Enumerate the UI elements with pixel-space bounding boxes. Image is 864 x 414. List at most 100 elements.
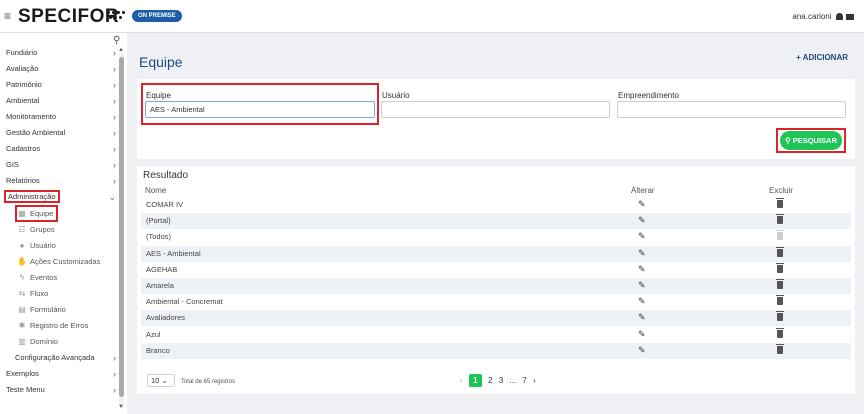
sidebar-item-configuracao-avancada[interactable]: Configuração Avançada › (15, 351, 116, 365)
edit-icon[interactable]: ✎ (638, 264, 646, 275)
sidebar-subitem-usuario[interactable]: ● Usuário (17, 239, 56, 252)
usuario-input[interactable] (381, 101, 610, 118)
page-3-button[interactable]: 3 (499, 374, 503, 387)
sidebar-item-exemplos[interactable]: Exemplos › (6, 367, 116, 381)
brand-logo[interactable]: SPECIFOR (18, 6, 119, 28)
empreendimento-input[interactable] (617, 101, 846, 118)
sidebar-subitem-formulario[interactable]: ▤ Formulário (17, 303, 66, 316)
row-name: Azul (146, 329, 161, 339)
user-menu[interactable]: ana.carioni (792, 12, 854, 21)
page-ellipsis: ... (509, 376, 517, 385)
table-row[interactable]: Amarela ✎ (141, 278, 851, 294)
edit-icon[interactable]: ✎ (638, 215, 646, 226)
page-2-button[interactable]: 2 (488, 374, 492, 387)
scroll-down-icon[interactable]: ▼ (118, 404, 124, 410)
trash-icon[interactable] (776, 198, 784, 208)
trash-icon[interactable] (776, 246, 784, 257)
sidebar-item-label: Cadastros (6, 144, 41, 153)
sidebar-item-label: Monitoramento (6, 112, 57, 121)
edit-icon[interactable]: ✎ (638, 231, 646, 242)
search-button-label: PESQUISAR (792, 136, 837, 145)
mail-icon[interactable] (846, 14, 854, 20)
sidebar-subitem-label: Eventos (30, 273, 58, 282)
form-icon: ▤ (18, 305, 26, 314)
trash-icon[interactable] (776, 262, 784, 273)
table-row[interactable]: Avaliadores ✎ (141, 310, 851, 327)
prev-page-button[interactable]: ‹ (460, 374, 463, 387)
page-size-select[interactable]: 10 ⌄ (147, 374, 175, 387)
trash-icon[interactable] (776, 311, 784, 322)
sidebar-item-label: Ambiental (6, 96, 40, 105)
column-header-name[interactable]: Nome (145, 186, 166, 195)
sidebar-item-relatorios[interactable]: Relatórios › (6, 174, 116, 188)
column-header-delete: Excluir (769, 186, 794, 195)
page-1-button[interactable]: 1 (468, 374, 482, 387)
search-icon: ⚲ (785, 136, 793, 145)
chevron-down-icon: ⌄ (108, 192, 116, 202)
bolt-icon: ϟ (19, 273, 25, 282)
sidebar-subitem-eventos[interactable]: ϟ Eventos (17, 271, 57, 284)
sidebar-item-ambiental[interactable]: Ambiental › (6, 94, 116, 108)
sidebar-item-label: Administração (4, 190, 60, 203)
menu-icon[interactable]: ≡ (4, 9, 11, 23)
page-size-value: 10 (151, 376, 160, 385)
domain-icon: ▥ (18, 337, 26, 346)
group-icon: ☷ (18, 225, 26, 234)
trash-icon[interactable] (776, 327, 784, 338)
sidebar-subitem-registro-erros[interactable]: ✱ Registro de Erros (17, 319, 89, 332)
row-name: Amarela (146, 281, 174, 290)
edit-icon[interactable]: ✎ (638, 329, 646, 340)
table-row[interactable]: (Portal) ✎ (141, 213, 851, 230)
trash-icon[interactable] (776, 343, 784, 354)
page-7-button[interactable]: 7 (522, 374, 526, 387)
chevron-right-icon: › (113, 160, 116, 170)
sidebar-item-patrimonio[interactable]: Patrimônio › (6, 78, 116, 92)
scroll-up-icon[interactable]: ▲ (118, 47, 124, 53)
sidebar-item-administracao[interactable]: Administração ⌄ (4, 190, 116, 204)
sidebar-item-gis[interactable]: GIS › (6, 158, 116, 172)
table-row[interactable]: AGEHAB ✎ (141, 262, 851, 278)
sidebar-item-teste-menu[interactable]: Teste Menu › (6, 383, 116, 397)
trash-icon[interactable] (776, 214, 784, 225)
table-row[interactable]: Branco ✎ (141, 342, 851, 359)
search-icon[interactable]: ⚲ (113, 35, 120, 46)
table-row[interactable]: Ambiental - Concremat ✎ (141, 294, 851, 310)
equipe-input[interactable] (145, 101, 375, 118)
sidebar-item-label: Patrimônio (6, 80, 42, 89)
sidebar-item-gestao-ambiental[interactable]: Gestão Ambiental › (6, 126, 116, 140)
sidebar-item-label: Configuração Avançada (15, 353, 95, 362)
top-bar: ≡ SPECIFOR ON PREMISE ana.carioni (0, 0, 864, 33)
page-title: Equipe (139, 54, 183, 70)
sidebar-item-cadastros[interactable]: Cadastros › (6, 142, 116, 156)
sidebar-subitem-equipe[interactable]: ▦ Equipe (14, 205, 59, 222)
edit-icon[interactable]: ✎ (638, 280, 646, 291)
chevron-right-icon: › (113, 144, 116, 154)
sidebar-subitem-acoes-customizadas[interactable]: ✋ Ações Customizadas (17, 255, 100, 268)
sidebar-item-label: Gestão Ambiental (6, 128, 66, 137)
sidebar-item-label: Relatórios (6, 176, 40, 185)
table-row[interactable]: AES - Ambiental ✎ (141, 245, 851, 262)
edit-icon[interactable]: ✎ (638, 345, 646, 356)
sidebar-subitem-fluxo[interactable]: ⇆ Fluxo (17, 287, 49, 300)
chevron-right-icon: › (113, 176, 116, 186)
edit-icon[interactable]: ✎ (638, 248, 646, 259)
table-row[interactable]: COMAR IV ✎ (141, 197, 851, 213)
table-row[interactable]: Azul ✎ (141, 327, 851, 343)
sidebar-item-fundiario[interactable]: Fundiário › (6, 46, 116, 60)
table-row[interactable]: (Todos) ✎ (141, 229, 851, 245)
sidebar-subitem-grupos[interactable]: ☷ Grupos (17, 223, 54, 236)
scrollbar-thumb[interactable] (119, 57, 124, 397)
add-button[interactable]: + ADICIONAR (796, 53, 848, 62)
trash-icon[interactable] (776, 279, 784, 289)
next-page-button[interactable]: › (533, 374, 536, 387)
edit-icon[interactable]: ✎ (638, 312, 646, 323)
sidebar-item-avaliacao[interactable]: Avaliação › (6, 62, 116, 76)
edit-icon[interactable]: ✎ (638, 199, 646, 210)
row-name: Branco (146, 345, 170, 355)
sidebar-subitem-dominio[interactable]: ▥ Domínio (17, 335, 58, 348)
sidebar-item-monitoramento[interactable]: Monitoramento › (6, 110, 116, 124)
pagination: ‹ 1 2 3 ... 7 › (458, 374, 538, 387)
search-button[interactable]: ⚲ PESQUISAR (780, 131, 842, 150)
edit-icon[interactable]: ✎ (638, 296, 646, 307)
trash-icon[interactable] (776, 295, 784, 306)
